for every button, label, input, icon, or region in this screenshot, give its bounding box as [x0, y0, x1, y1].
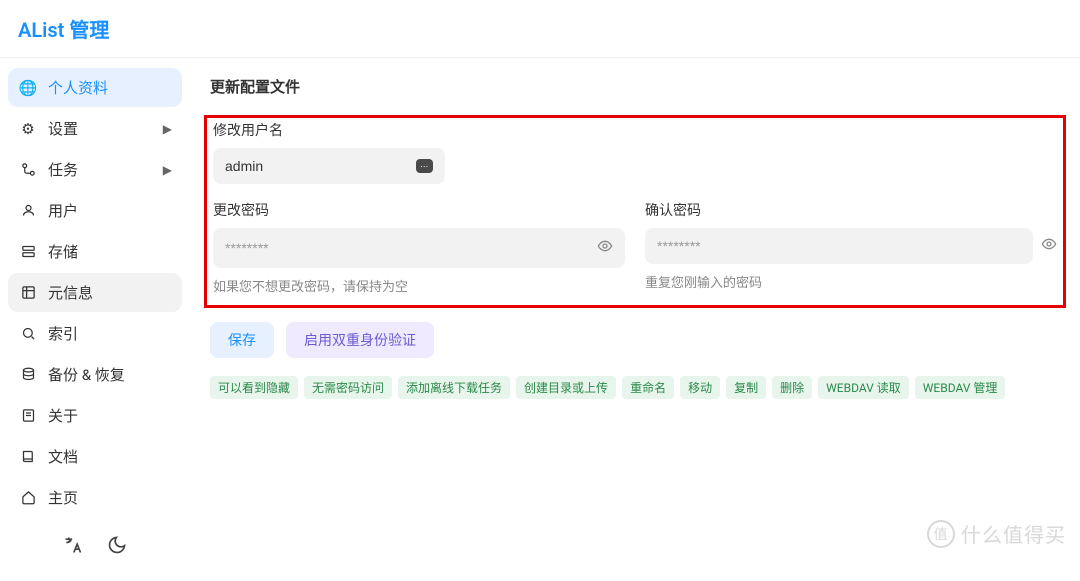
sidebar-item-about[interactable]: 关于: [8, 396, 182, 435]
keyboard-icon[interactable]: ⋯: [416, 159, 433, 173]
username-label: 修改用户名: [213, 120, 1057, 140]
sidebar-item-label: 备份 & 恢复: [48, 364, 125, 385]
watermark-icon: 值: [927, 520, 955, 548]
sidebar-item-backup[interactable]: 备份 & 恢复: [8, 355, 182, 394]
confirm-password-input[interactable]: [657, 238, 1021, 254]
sidebar-item-label: 主页: [48, 487, 78, 508]
tag: WEBDAV 管理: [915, 376, 1006, 399]
eye-icon[interactable]: [1041, 236, 1057, 256]
app-title[interactable]: AList 管理: [18, 18, 109, 42]
password-hint: 如果您不想更改密码，请保持为空: [213, 276, 625, 295]
tag: WEBDAV 读取: [818, 376, 909, 399]
sidebar-item-label: 个人资料: [48, 77, 108, 98]
enable-2fa-button[interactable]: 启用双重身份验证: [286, 322, 434, 358]
sidebar-item-label: 存储: [48, 241, 78, 262]
permission-tags: 可以看到隐藏 无需密码访问 添加离线下载任务 创建目录或上传 重命名 移动 复制…: [210, 376, 1060, 399]
globe-icon: 🌐: [18, 79, 38, 97]
user-icon: [18, 203, 38, 218]
confirm-password-hint: 重复您刚输入的密码: [645, 272, 1057, 291]
gear-icon: ⚙: [18, 120, 38, 138]
language-button[interactable]: [55, 527, 91, 563]
search-icon: [18, 326, 38, 341]
confirm-password-label: 确认密码: [645, 200, 1057, 220]
sidebar-item-profile[interactable]: 🌐 个人资料: [8, 68, 182, 107]
sidebar-item-home[interactable]: 主页: [8, 478, 182, 517]
password-label: 更改密码: [213, 200, 625, 220]
sidebar-item-storage[interactable]: 存储: [8, 232, 182, 271]
sidebar-item-label: 用户: [48, 200, 78, 221]
meta-icon: [18, 285, 38, 300]
tag: 复制: [726, 376, 766, 399]
sidebar-item-docs[interactable]: 文档: [8, 437, 182, 476]
about-icon: [18, 408, 38, 423]
storage-icon: [18, 244, 38, 259]
theme-toggle-button[interactable]: [99, 527, 135, 563]
sidebar-item-label: 关于: [48, 405, 78, 426]
save-button[interactable]: 保存: [210, 322, 274, 358]
sidebar-item-label: 任务: [48, 159, 78, 180]
username-input-wrap: ⋯: [213, 148, 445, 184]
page-title: 更新配置文件: [210, 76, 1060, 97]
username-input[interactable]: [225, 158, 416, 174]
database-icon: [18, 367, 38, 382]
tag: 移动: [680, 376, 720, 399]
sidebar-item-settings[interactable]: ⚙ 设置 ▶: [8, 109, 182, 148]
main-content: 更新配置文件 修改用户名 ⋯ 更改密码: [190, 58, 1080, 560]
chevron-right-icon: ▶: [163, 122, 172, 136]
sidebar: 🌐 个人资料 ⚙ 设置 ▶ 任务 ▶ 用户 存储: [0, 58, 190, 560]
sidebar-item-label: 元信息: [48, 282, 93, 303]
tag: 可以看到隐藏: [210, 376, 298, 399]
password-input[interactable]: [225, 240, 597, 256]
highlighted-form-area: 修改用户名 ⋯ 更改密码 如果您不想更改密码，请保持为空: [204, 115, 1066, 308]
tasks-icon: [18, 162, 38, 177]
watermark: 值 什么值得买: [927, 519, 1066, 548]
sidebar-item-label: 文档: [48, 446, 78, 467]
tag: 重命名: [622, 376, 674, 399]
sidebar-item-label: 设置: [48, 118, 78, 139]
confirm-password-input-wrap: [645, 228, 1033, 264]
book-icon: [18, 449, 38, 464]
home-icon: [18, 490, 38, 505]
sidebar-item-index[interactable]: 索引: [8, 314, 182, 353]
tag: 添加离线下载任务: [398, 376, 510, 399]
sidebar-item-label: 索引: [48, 323, 78, 344]
eye-icon[interactable]: [597, 238, 613, 258]
tag: 创建目录或上传: [516, 376, 616, 399]
chevron-right-icon: ▶: [163, 163, 172, 177]
tag: 删除: [772, 376, 812, 399]
sidebar-item-users[interactable]: 用户: [8, 191, 182, 230]
tag: 无需密码访问: [304, 376, 392, 399]
watermark-text: 什么值得买: [961, 519, 1066, 548]
header: AList 管理: [0, 0, 1080, 58]
sidebar-item-meta[interactable]: 元信息: [8, 273, 182, 312]
password-input-wrap: [213, 228, 625, 268]
sidebar-item-tasks[interactable]: 任务 ▶: [8, 150, 182, 189]
